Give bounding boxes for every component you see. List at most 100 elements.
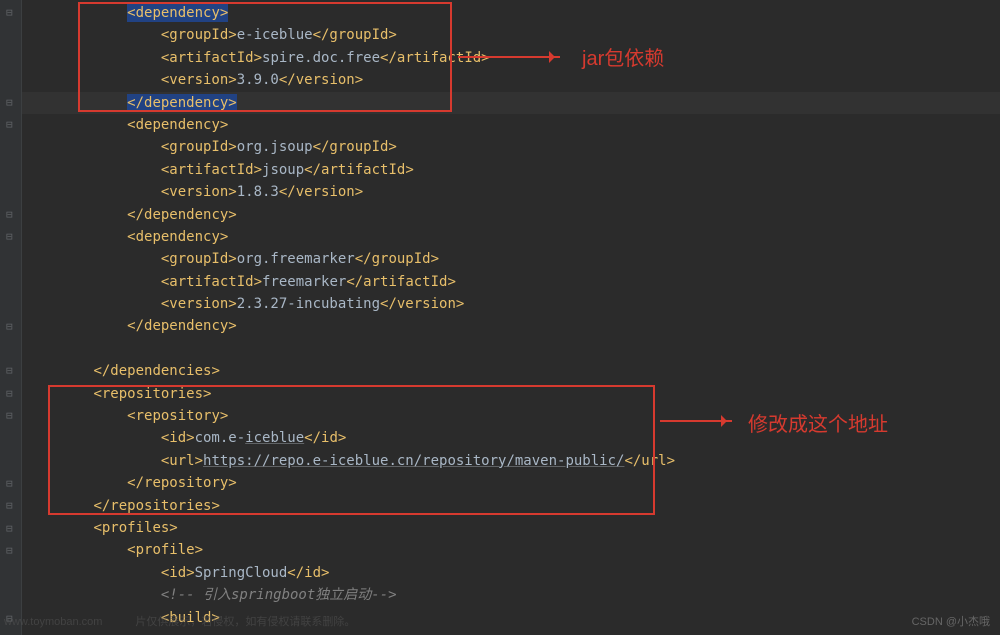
xml-tag-close: </dependencies> bbox=[93, 363, 219, 379]
xml-tag: <version> bbox=[161, 296, 237, 312]
fold-marker-icon[interactable]: ⊟ bbox=[6, 2, 13, 24]
fold-marker-icon[interactable]: ⊟ bbox=[6, 495, 13, 517]
code-line[interactable]: <groupId>org.freemarker</groupId> bbox=[22, 248, 1000, 270]
code-line[interactable]: <artifactId>freemarker</artifactId> bbox=[22, 271, 1000, 293]
xml-tag: </version> bbox=[279, 184, 363, 200]
indent bbox=[26, 318, 127, 334]
code-line[interactable]: <!-- 引入springboot独立启动--> bbox=[22, 584, 1000, 606]
xml-tag: </version> bbox=[380, 296, 464, 312]
xml-tag: </groupId> bbox=[313, 139, 397, 155]
indent bbox=[26, 565, 161, 581]
xml-tag: <groupId> bbox=[161, 27, 237, 43]
xml-tag-open: <repository> bbox=[127, 408, 228, 424]
indent bbox=[26, 296, 161, 312]
xml-tag-open: <dependency> bbox=[127, 117, 228, 133]
xml-url: https://repo.e-iceblue.cn/repository/mav… bbox=[203, 453, 624, 469]
code-line[interactable]: <repositories> bbox=[22, 383, 1000, 405]
code-editor[interactable]: ⊟ ⊟ ⊟ ⊟ ⊟ ⊟ ⊟ ⊟ ⊟ ⊟ ⊟ ⊟ ⊟ ⊟ <dependency>… bbox=[0, 0, 1000, 635]
indent bbox=[26, 162, 161, 178]
xml-tag: </groupId> bbox=[355, 251, 439, 267]
code-line[interactable]: <dependency> bbox=[22, 226, 1000, 248]
indent bbox=[26, 27, 161, 43]
code-line-active[interactable]: </dependency> bbox=[22, 92, 1000, 114]
indent bbox=[26, 453, 161, 469]
code-line[interactable]: </dependency> bbox=[22, 204, 1000, 226]
xml-tag-open: <profile> bbox=[127, 542, 203, 558]
code-line[interactable]: </repositories> bbox=[22, 495, 1000, 517]
xml-text: iceblue bbox=[245, 430, 304, 446]
xml-tag-close: </dependency> bbox=[127, 207, 237, 223]
code-line[interactable]: <profile> bbox=[22, 539, 1000, 561]
xml-tag: </url> bbox=[624, 453, 675, 469]
fold-marker-icon[interactable]: ⊟ bbox=[6, 92, 13, 114]
annotation-arrow-icon bbox=[458, 56, 560, 58]
code-line[interactable]: <version>1.8.3</version> bbox=[22, 181, 1000, 203]
indent bbox=[26, 5, 127, 21]
xml-tag-open: <repositories> bbox=[93, 386, 211, 402]
xml-comment: <!-- 引入springboot独立启动--> bbox=[161, 587, 397, 603]
indent bbox=[26, 207, 127, 223]
code-line[interactable]: </dependencies> bbox=[22, 360, 1000, 382]
xml-tag: <url> bbox=[161, 453, 203, 469]
indent bbox=[26, 139, 161, 155]
xml-text: e-iceblue bbox=[237, 27, 313, 43]
indent bbox=[26, 229, 127, 245]
code-line[interactable]: <version>3.9.0</version> bbox=[22, 69, 1000, 91]
code-content[interactable]: <dependency> <groupId>e-iceblue</groupId… bbox=[22, 0, 1000, 635]
indent bbox=[26, 117, 127, 133]
fold-marker-icon[interactable]: ⊟ bbox=[6, 226, 13, 248]
xml-text: 1.8.3 bbox=[237, 184, 279, 200]
indent bbox=[26, 386, 93, 402]
code-line[interactable]: </dependency> bbox=[22, 315, 1000, 337]
fold-marker-icon[interactable]: ⊟ bbox=[6, 383, 13, 405]
indent bbox=[26, 587, 161, 603]
fold-marker-icon[interactable]: ⊟ bbox=[6, 204, 13, 226]
xml-text: freemarker bbox=[262, 274, 346, 290]
code-line[interactable]: <dependency> bbox=[22, 2, 1000, 24]
code-line[interactable]: <url>https://repo.e-iceblue.cn/repositor… bbox=[22, 450, 1000, 472]
code-line[interactable]: <profiles> bbox=[22, 517, 1000, 539]
watermark: CSDN @小杰哦 bbox=[912, 613, 990, 629]
xml-tag: </groupId> bbox=[313, 27, 397, 43]
code-line[interactable]: <version>2.3.27-incubating</version> bbox=[22, 293, 1000, 315]
annotation-label: jar包依赖 bbox=[582, 42, 664, 71]
xml-text: 3.9.0 bbox=[237, 72, 279, 88]
code-line[interactable]: </repository> bbox=[22, 472, 1000, 494]
indent bbox=[26, 251, 161, 267]
xml-tag: </id> bbox=[287, 565, 329, 581]
xml-tag: <version> bbox=[161, 72, 237, 88]
xml-text: SpringCloud bbox=[195, 565, 288, 581]
indent bbox=[26, 408, 127, 424]
code-line[interactable]: <dependency> bbox=[22, 114, 1000, 136]
xml-text: spire.doc.free bbox=[262, 50, 380, 66]
fold-marker-icon[interactable]: ⊟ bbox=[6, 114, 13, 136]
fold-marker-icon[interactable]: ⊟ bbox=[6, 473, 13, 495]
xml-tag: <groupId> bbox=[161, 139, 237, 155]
fold-marker-icon[interactable]: ⊟ bbox=[6, 518, 13, 540]
code-line[interactable]: <artifactId>jsoup</artifactId> bbox=[22, 159, 1000, 181]
xml-text: 2.3.27-incubating bbox=[237, 296, 380, 312]
fold-marker-icon[interactable]: ⊟ bbox=[6, 405, 13, 427]
indent bbox=[26, 274, 161, 290]
indent bbox=[26, 542, 127, 558]
fold-marker-icon[interactable]: ⊟ bbox=[6, 316, 13, 338]
indent bbox=[26, 95, 127, 111]
xml-tag-close: </dependency> bbox=[127, 318, 237, 334]
code-line[interactable]: <groupId>e-iceblue</groupId> bbox=[22, 24, 1000, 46]
xml-tag-open: <dependency> bbox=[127, 229, 228, 245]
fold-marker-icon[interactable]: ⊟ bbox=[6, 360, 13, 382]
xml-text: org.jsoup bbox=[237, 139, 313, 155]
xml-tag: <id> bbox=[161, 565, 195, 581]
xml-tag: </artifactId> bbox=[346, 274, 456, 290]
fold-marker-icon[interactable]: ⊟ bbox=[6, 540, 13, 562]
xml-tag-open: <dependency> bbox=[127, 4, 228, 22]
code-line[interactable]: <groupId>org.jsoup</groupId> bbox=[22, 136, 1000, 158]
indent bbox=[26, 184, 161, 200]
xml-text: org.freemarker bbox=[237, 251, 355, 267]
indent bbox=[26, 72, 161, 88]
indent bbox=[26, 430, 161, 446]
code-line[interactable]: <id>SpringCloud</id> bbox=[22, 562, 1000, 584]
code-line-empty[interactable] bbox=[22, 338, 1000, 360]
indent bbox=[26, 50, 161, 66]
indent bbox=[26, 498, 93, 514]
